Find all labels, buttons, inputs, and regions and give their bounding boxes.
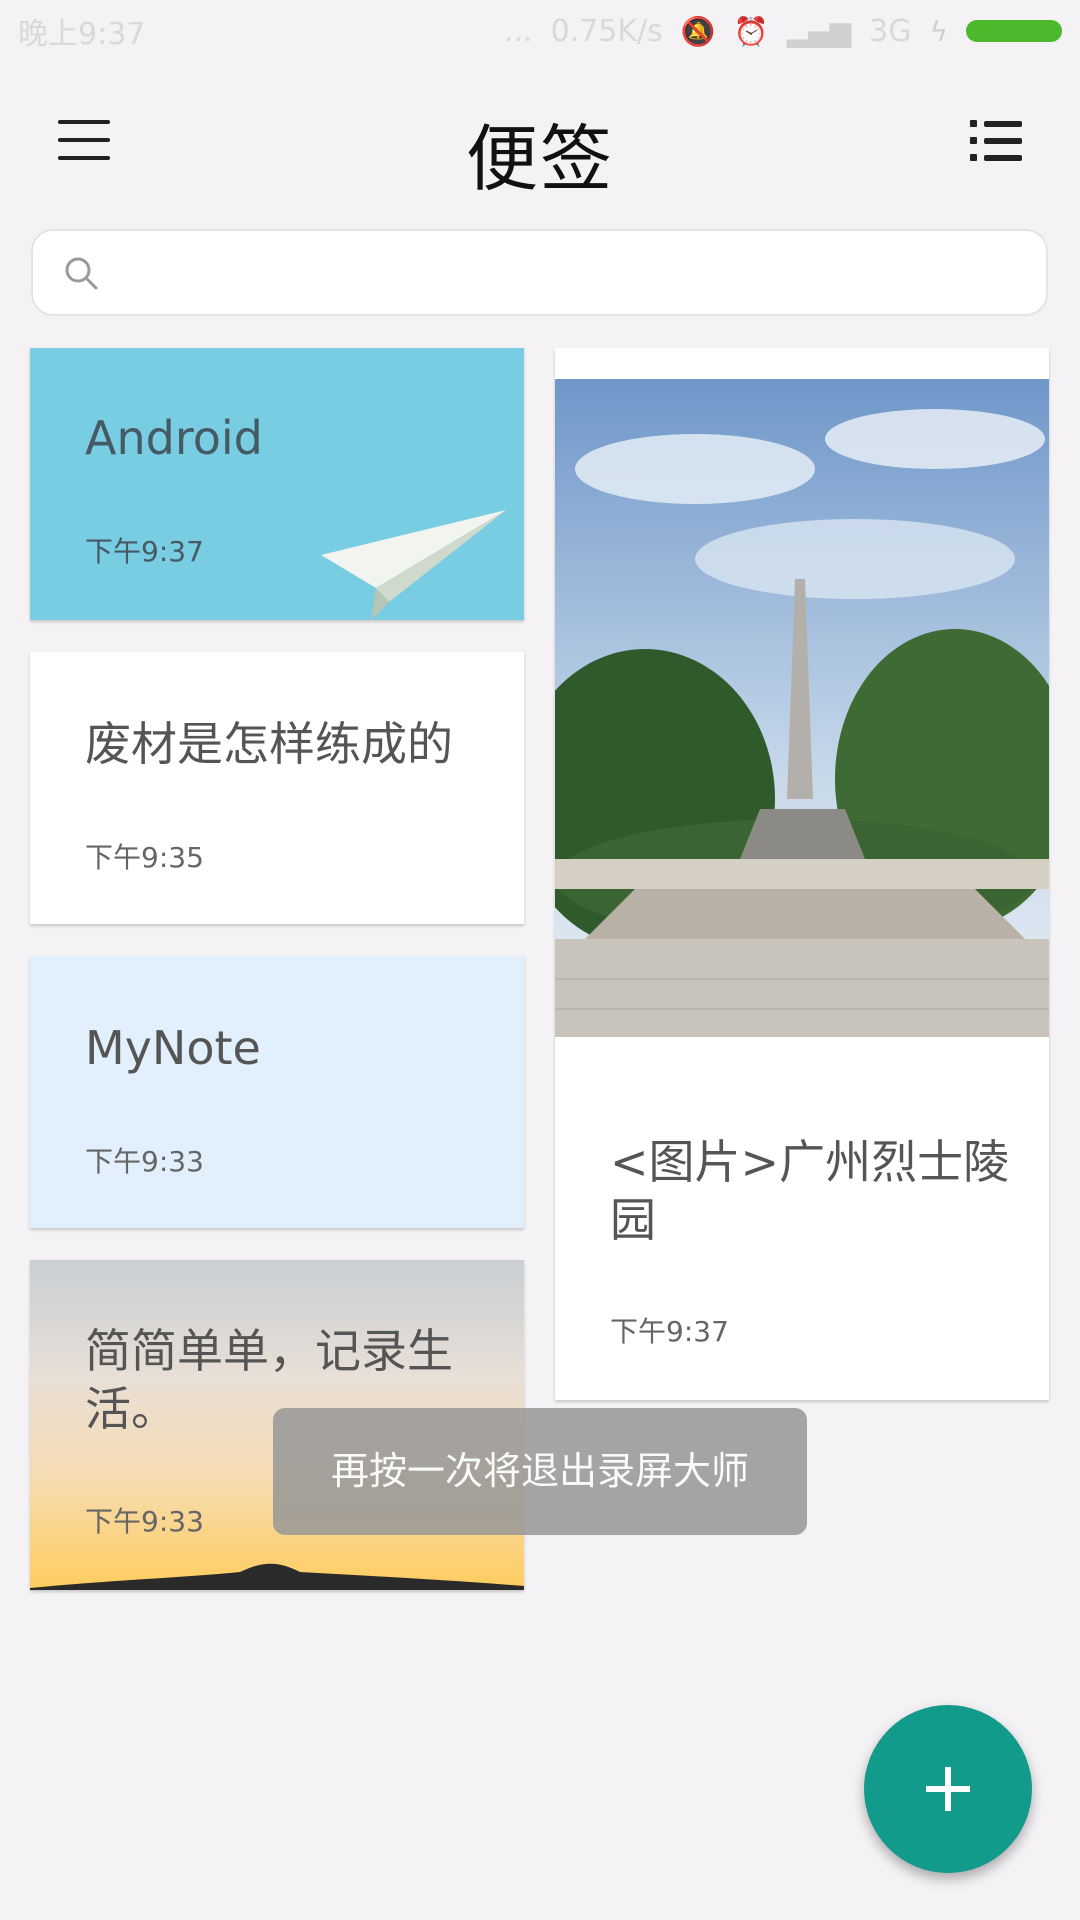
note-title: 废材是怎样练成的: [85, 717, 453, 771]
signal-icon: ▂▄▆: [786, 14, 852, 48]
search-input[interactable]: [123, 245, 1007, 303]
charging-icon: ϟ: [929, 14, 948, 48]
list-view-icon[interactable]: [970, 120, 1022, 166]
search-icon: [65, 257, 98, 290]
alarm-icon: ⏰: [733, 14, 769, 48]
note-time: 下午9:35: [85, 841, 204, 874]
toolbar: 便签: [0, 90, 1080, 201]
status-bar: 晚上9:37 ... 0.75K/s 🔕 ⏰ ▂▄▆ 3G ϟ: [0, 0, 1080, 62]
hill-silhouette: [30, 1563, 524, 1590]
add-note-button[interactable]: [864, 1705, 1032, 1873]
status-right: ... 0.75K/s 🔕 ⏰ ▂▄▆ 3G ϟ: [504, 14, 1062, 49]
note-time: 下午9:33: [85, 1505, 204, 1538]
network-type: 3G: [869, 13, 912, 49]
note-title: Android: [85, 411, 263, 465]
note-card-android[interactable]: Android 下午9:37: [30, 348, 524, 620]
search-bar[interactable]: [31, 229, 1048, 316]
monument-photo: [555, 379, 1049, 1037]
network-speed: 0.75K/s: [550, 13, 663, 49]
paper-plane-icon: [321, 510, 506, 620]
note-card-photo[interactable]: <图片>广州烈士陵园 下午9:37: [555, 348, 1049, 1400]
note-time: 下午9:37: [85, 535, 204, 568]
note-time: 下午9:33: [85, 1145, 204, 1178]
battery-icon: [966, 20, 1062, 42]
note-card-feicai[interactable]: 废材是怎样练成的 下午9:35: [30, 652, 524, 924]
note-title: MyNote: [85, 1021, 261, 1075]
note-time: 下午9:37: [610, 1315, 729, 1348]
note-card-mynote[interactable]: MyNote 下午9:33: [30, 956, 524, 1228]
toast-message: 再按一次将退出录屏大师: [273, 1408, 807, 1535]
note-title: <图片>广州烈士陵园: [610, 1135, 1010, 1247]
status-dots: ...: [503, 13, 533, 49]
page-title: 便签: [465, 117, 614, 201]
bell-off-icon: 🔕: [680, 14, 716, 48]
status-time: 晚上9:37: [18, 17, 146, 52]
